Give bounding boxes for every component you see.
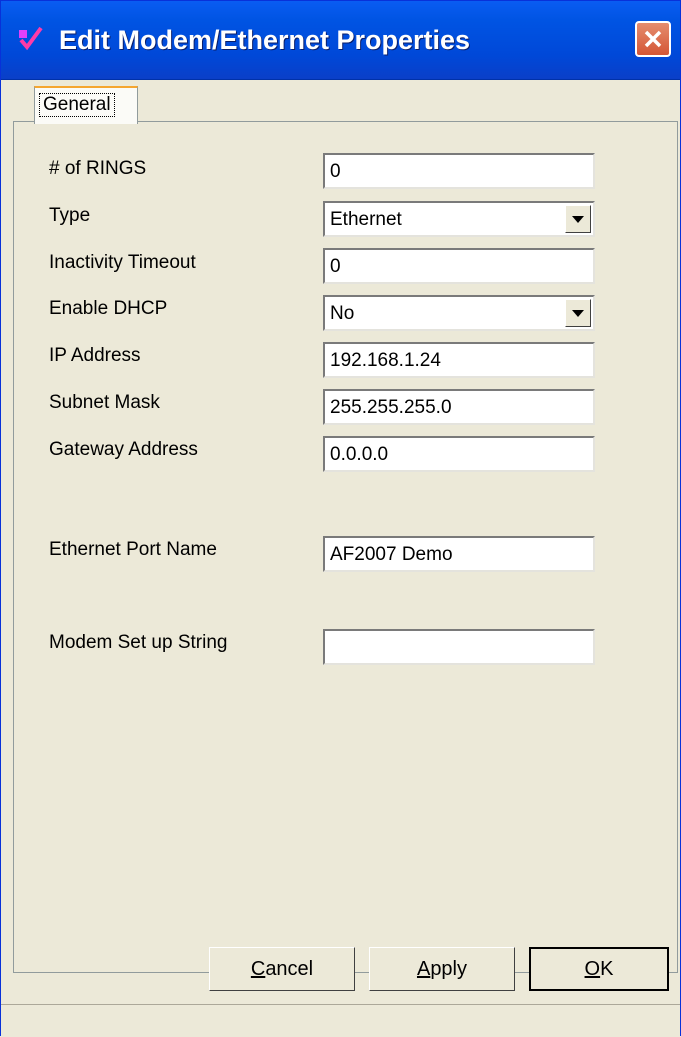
title-bar[interactable]: Edit Modem/Ethernet Properties: [1, 1, 680, 80]
inactivity-timeout-label: Inactivity Timeout: [49, 252, 196, 273]
ethernet-port-name-label: Ethernet Port Name: [49, 539, 217, 560]
ip-address-label: IP Address: [49, 345, 141, 366]
status-bar: [1, 1004, 680, 1037]
inactivity-timeout-value: 0: [330, 256, 341, 277]
apply-button[interactable]: Apply: [369, 947, 515, 991]
enable-dhcp-value: No: [330, 303, 355, 324]
type-dropdown[interactable]: Ethernet: [323, 201, 595, 237]
tab-general-label: General: [39, 93, 115, 117]
subnet-mask-value: 255.255.255.0: [330, 397, 452, 418]
ip-address-value: 192.168.1.24: [330, 350, 441, 371]
ip-address-input[interactable]: 192.168.1.24: [323, 342, 595, 378]
chevron-down-icon[interactable]: [565, 299, 591, 327]
chevron-down-icon[interactable]: [565, 205, 591, 233]
rings-label: # of RINGS: [49, 158, 147, 179]
gateway-address-value: 0.0.0.0: [330, 444, 389, 465]
checkmark-app-icon: [19, 26, 43, 50]
ethernet-port-name-value: AF2007 Demo: [330, 544, 453, 565]
modem-setup-string-label: Modem Set up String: [49, 632, 228, 653]
gateway-address-input[interactable]: 0.0.0.0: [323, 436, 595, 472]
subnet-mask-input[interactable]: 255.255.255.0: [323, 389, 595, 425]
enable-dhcp-label: Enable DHCP: [49, 298, 168, 319]
ok-button[interactable]: OK: [529, 947, 669, 991]
rings-input[interactable]: 0: [323, 153, 595, 189]
close-button[interactable]: [635, 21, 671, 57]
modem-setup-string-input[interactable]: [323, 629, 595, 665]
ethernet-port-name-input[interactable]: AF2007 Demo: [323, 536, 595, 572]
enable-dhcp-dropdown[interactable]: No: [323, 295, 595, 331]
gateway-address-label: Gateway Address: [49, 439, 198, 460]
dialog-window: Edit Modem/Ethernet Properties General #…: [0, 0, 681, 1037]
subnet-mask-label: Subnet Mask: [49, 392, 160, 413]
rings-value: 0: [330, 161, 341, 182]
type-value: Ethernet: [330, 209, 402, 230]
inactivity-timeout-input[interactable]: 0: [323, 248, 595, 284]
type-label: Type: [49, 205, 91, 226]
cancel-button[interactable]: Cancel: [209, 947, 355, 991]
window-title: Edit Modem/Ethernet Properties: [59, 25, 471, 55]
tab-general[interactable]: General: [34, 86, 138, 124]
close-icon: [644, 30, 662, 48]
